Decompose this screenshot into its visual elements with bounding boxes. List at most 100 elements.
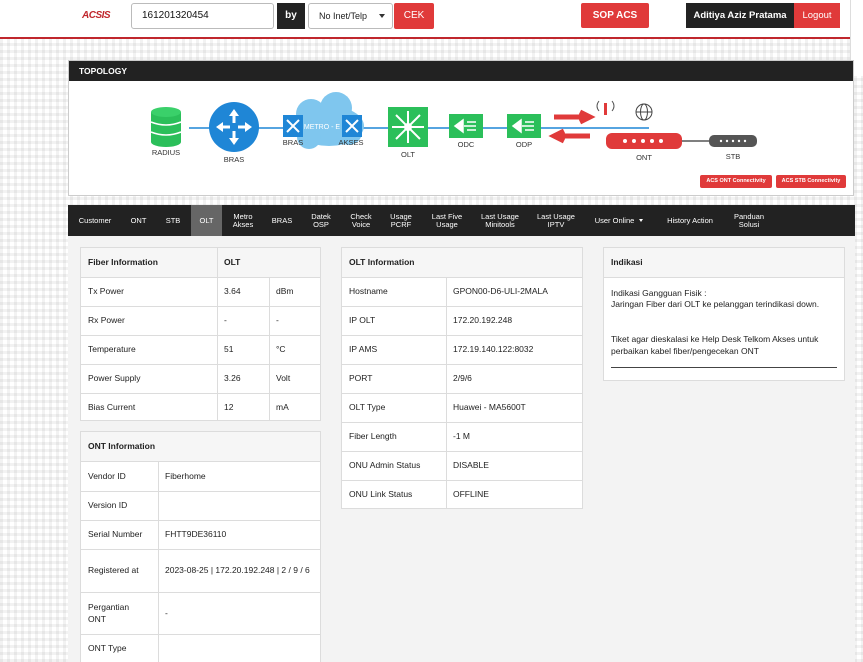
tab-panduan-solusi[interactable]: Panduan Solusi <box>726 205 772 236</box>
tab-ont[interactable]: ONT <box>122 205 155 236</box>
ont-header: ONT Information <box>81 432 320 461</box>
node-label-metro-bras: BRAS <box>283 138 303 147</box>
olt-row-value: DISABLE <box>453 460 489 471</box>
fiber-row-value: 3.26 <box>224 373 241 384</box>
fiber-row-value: - <box>224 315 227 326</box>
search-type-value: No Inet/Telp <box>319 11 368 21</box>
tab-user-online[interactable]: User Online <box>586 205 652 236</box>
search-type-select[interactable]: No Inet/Telp <box>308 3 393 29</box>
olt-header: OLT Information <box>342 248 582 277</box>
search-input[interactable]: 161201320454 <box>131 3 274 29</box>
stb-icon[interactable] <box>709 135 757 147</box>
ont-row-label: Pergantian ONT <box>88 602 130 624</box>
olt-row-label: IP OLT <box>349 315 376 326</box>
node-label-ont: ONT <box>636 153 652 162</box>
router-icon[interactable] <box>209 102 259 152</box>
acs-ont-connectivity-button[interactable]: ACS ONT Connectivity <box>700 175 772 188</box>
indikasi-recommendation: Tiket agar dieskalasi ke Help Desk Telko… <box>611 334 819 356</box>
olt-row-label: Hostname <box>349 286 388 297</box>
ont-row-label: Serial Number <box>88 529 143 540</box>
olt-row-value: GPON00-D6-ULI-2MALA <box>453 286 548 297</box>
node-label-odc: ODC <box>458 140 475 149</box>
fiber-row-unit: - <box>276 315 279 326</box>
sop-acs-button[interactable]: SOP ACS <box>581 3 649 28</box>
ont-row-label: ONT Type <box>88 643 127 654</box>
cek-button[interactable]: CEK <box>394 3 434 29</box>
tab-stb[interactable]: STB <box>155 205 191 236</box>
node-label-metro: METRO - E <box>304 124 340 131</box>
by-label: by <box>277 3 305 29</box>
olt-row-value: 172.20.192.248 <box>453 315 513 326</box>
indikasi-title: Indikasi Gangguan Fisik : <box>611 288 707 298</box>
switch-icon[interactable] <box>283 115 303 137</box>
ont-row-value <box>158 635 320 662</box>
tab-user-online-label: User Online <box>594 215 635 225</box>
app-logo[interactable]: ACSIS <box>82 10 111 21</box>
radius-icon[interactable] <box>150 107 182 147</box>
olt-row-label: ONU Admin Status <box>349 460 421 471</box>
tab-last-usage-minitools[interactable]: Last Usage Minitools <box>472 205 528 236</box>
olt-icon[interactable] <box>388 107 428 147</box>
ont-row-value: 2023-08-25 | 172.20.192.248 | 2 / 9 / 6 <box>165 565 310 576</box>
olt-row-label: OLT Type <box>349 402 386 413</box>
olt-row-label: PORT <box>349 373 373 384</box>
tab-metro-akses[interactable]: Metro Akses <box>222 205 264 236</box>
indikasi-header: Indikasi <box>604 248 844 277</box>
indikasi-panel: Indikasi Indikasi Gangguan Fisik : Jarin… <box>603 247 845 381</box>
olt-information-table: OLT Information Hostname GPON00-D6-ULI-2… <box>341 247 583 509</box>
ont-row-value: Fiberhome <box>165 470 206 481</box>
tab-customer[interactable]: Customer <box>68 205 122 236</box>
acs-stb-connectivity-button[interactable]: ACS STB Connectivity <box>776 175 846 188</box>
olt-row-value: 172.19.140.122:8032 <box>453 344 534 355</box>
ont-row-label: Vendor ID <box>88 470 126 481</box>
tab-usage-pcrf[interactable]: Usage PCRF <box>380 205 422 236</box>
odp-icon[interactable] <box>507 114 541 138</box>
fiber-row-label: Tx Power <box>88 286 124 297</box>
fiber-row-unit: °C <box>276 344 286 355</box>
chevron-down-icon <box>379 14 385 18</box>
node-label-odp: ODP <box>516 140 532 149</box>
olt-row-label: Fiber Length <box>349 431 397 442</box>
ont-information-table: ONT Information Vendor ID Fiberhome Vers… <box>80 431 321 662</box>
olt-row-label: ONU Link Status <box>349 488 413 499</box>
topology-panel: TOPOLOGY RADIUS BRAS BRAS METRO - E AKSE… <box>68 60 854 196</box>
fiber-header-label: Fiber Information <box>81 248 217 277</box>
fiber-row-label: Bias Current <box>88 401 136 412</box>
logout-button[interactable]: Logout <box>794 3 840 28</box>
topology-title: TOPOLOGY <box>69 61 853 81</box>
fiber-row-value: 51 <box>224 344 234 355</box>
node-label-akses: AKSES <box>338 138 363 147</box>
tab-check-voice[interactable]: Check Voice <box>342 205 380 236</box>
ont-row-value: - <box>165 607 168 618</box>
fiber-header-olt: OLT <box>217 248 320 277</box>
fiber-row-unit: Volt <box>276 373 291 384</box>
switch-icon[interactable] <box>342 115 362 137</box>
olt-row-value: Huawei - MA5600T <box>453 402 526 413</box>
ont-row-label: Registered at <box>88 565 139 576</box>
fiber-row-label: Rx Power <box>88 315 125 326</box>
ont-row-value <box>158 492 320 520</box>
ont-row-value: FHTT9DE36110 <box>165 529 227 540</box>
fiber-row-value: 12 <box>224 401 234 412</box>
tab-datek-osp[interactable]: Datek OSP <box>300 205 342 236</box>
tab-last-usage-iptv[interactable]: Last Usage IPTV <box>528 205 584 236</box>
node-label-bras: BRAS <box>224 155 244 164</box>
tab-olt[interactable]: OLT <box>191 205 222 236</box>
globe-icon <box>635 103 653 121</box>
olt-row-value: OFFLINE <box>453 488 489 499</box>
main-nav: Customer ONT STB OLT Metro Akses BRAS Da… <box>68 205 855 236</box>
fiber-row-label: Temperature <box>88 344 136 355</box>
fiber-row-value: 3.64 <box>224 286 241 297</box>
fiber-row-unit: dBm <box>276 286 294 297</box>
indikasi-divider <box>611 367 837 368</box>
ont-icon[interactable] <box>596 100 682 149</box>
ont-row-label: Version ID <box>88 500 128 511</box>
fiber-row-label: Power Supply <box>88 373 141 384</box>
user-name: Aditiya Aziz Pratama <box>686 3 794 28</box>
node-label-olt: OLT <box>401 150 415 159</box>
olt-row-value: 2/9/6 <box>453 373 472 384</box>
tab-history-action[interactable]: History Action <box>654 205 726 236</box>
tab-last-five-usage[interactable]: Last Five Usage <box>422 205 472 236</box>
odc-icon[interactable] <box>449 114 483 138</box>
tab-bras[interactable]: BRAS <box>264 205 300 236</box>
